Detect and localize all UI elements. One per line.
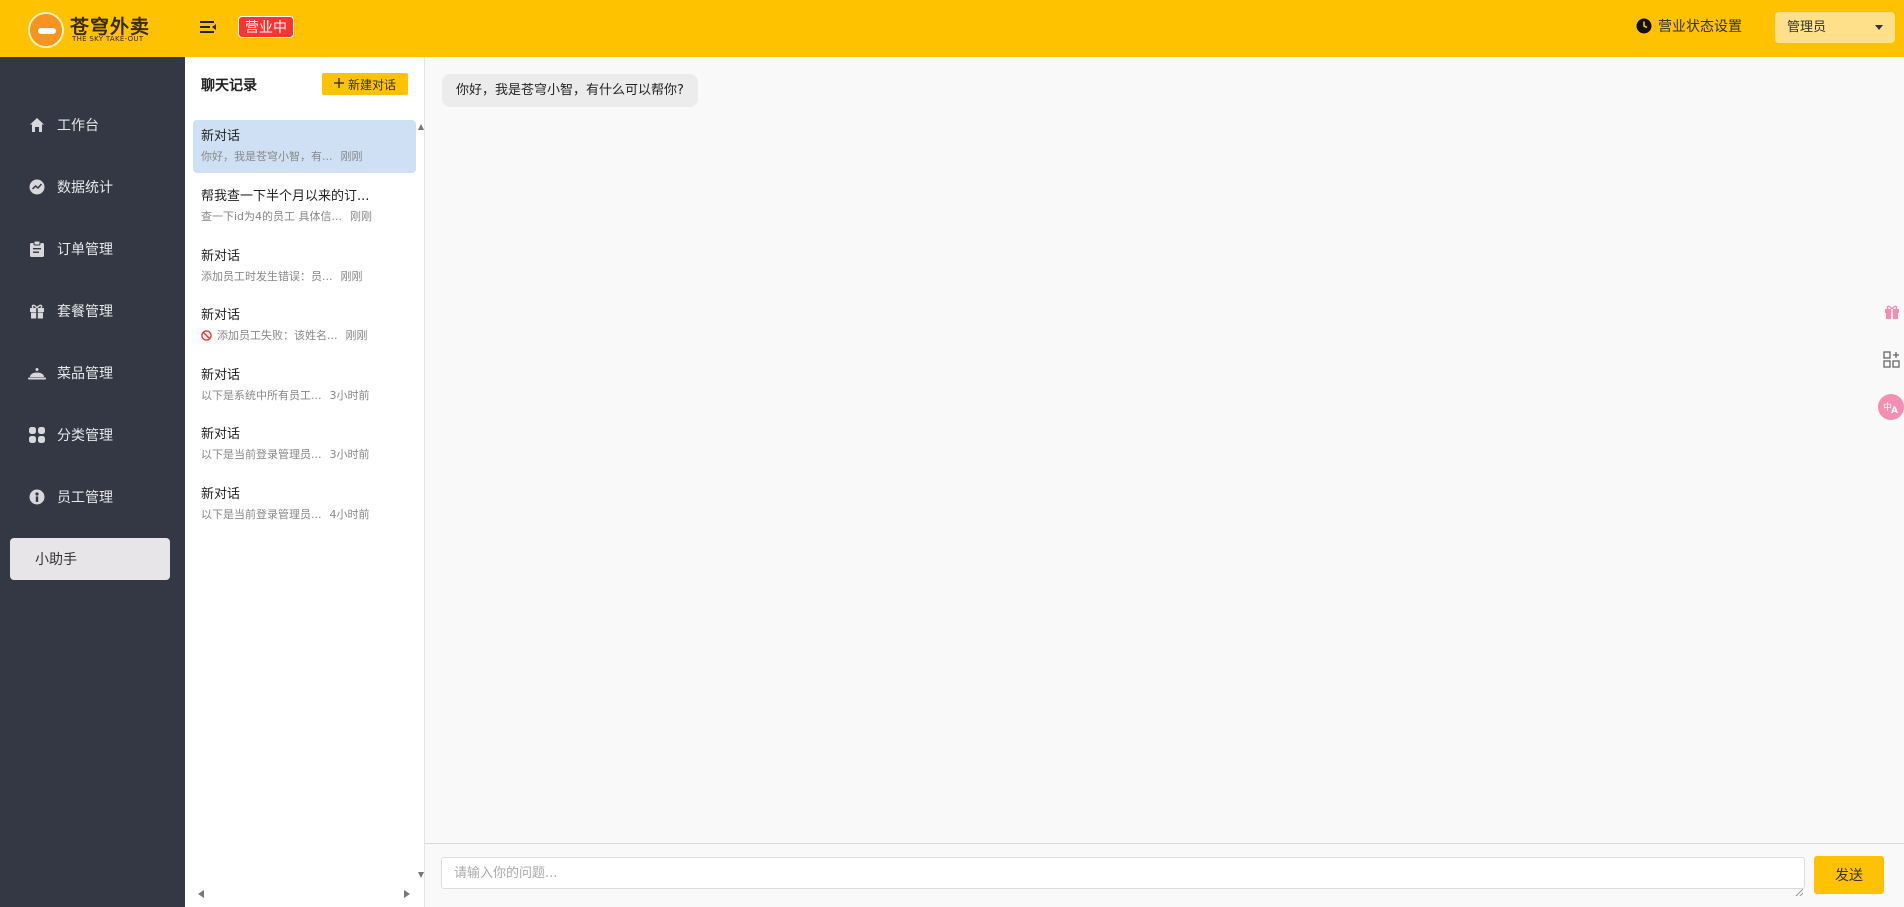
chat-history-title: 聊天记录 bbox=[201, 78, 257, 94]
sidebar-item-workbench[interactable]: 工作台 bbox=[0, 105, 185, 145]
sidebar-item-label: 分类管理 bbox=[57, 428, 113, 444]
gift-icon bbox=[28, 302, 46, 320]
sidebar-item-orders[interactable]: 订单管理 bbox=[0, 229, 185, 269]
chat-session-item[interactable]: 新对话 添加员工时发生错误：员... 刚刚 bbox=[193, 240, 416, 293]
sidebar-item-label: 员工管理 bbox=[57, 490, 113, 506]
chat-session-item[interactable]: 新对话 添加员工失败：该姓名... 刚刚 bbox=[193, 299, 416, 352]
menu-toggle-icon[interactable] bbox=[197, 16, 219, 38]
session-preview: 以下是当前登录管理员... bbox=[201, 448, 322, 461]
home-icon bbox=[28, 116, 46, 134]
send-button[interactable]: 发送 bbox=[1814, 856, 1884, 894]
question-input[interactable] bbox=[441, 857, 1805, 889]
new-chat-label: 新建对话 bbox=[347, 77, 396, 92]
chat-session-item[interactable]: 新对话 以下是当前登录管理员... 4小时前 bbox=[193, 478, 416, 531]
admin-label: 管理员 bbox=[1787, 20, 1827, 35]
floating-tools: 中A bbox=[1872, 300, 1904, 430]
apps-add-icon[interactable] bbox=[1880, 348, 1904, 372]
session-time: 刚刚 bbox=[345, 329, 368, 342]
clipboard-icon bbox=[28, 240, 46, 258]
session-preview: 添加员工失败：该姓名... bbox=[217, 329, 338, 342]
scroll-up-arrow-icon[interactable] bbox=[418, 124, 424, 130]
gift-icon[interactable] bbox=[1880, 300, 1904, 324]
resize-grip-icon[interactable] bbox=[1795, 881, 1804, 897]
session-preview: 你好，我是苍穹小智，有... bbox=[201, 150, 333, 163]
logo-subtitle: THE SKY TAKE-OUT bbox=[72, 35, 144, 43]
cloche-icon bbox=[28, 364, 46, 382]
sidebar-item-label: 套餐管理 bbox=[57, 304, 113, 320]
chat-message-area: 你好，我是苍穹小智，有什么可以帮你? bbox=[425, 57, 1904, 843]
session-time: 刚刚 bbox=[350, 210, 373, 223]
no-entry-icon bbox=[201, 329, 212, 341]
session-time: 3小时前 bbox=[329, 389, 370, 402]
sidebar-item-label: 数据统计 bbox=[57, 180, 113, 196]
session-preview: 以下是当前登录管理员... bbox=[201, 508, 322, 521]
translate-icon[interactable]: 中A bbox=[1878, 394, 1904, 420]
new-chat-button[interactable]: 新建对话 bbox=[322, 73, 408, 95]
session-title: 新对话 bbox=[201, 487, 241, 502]
logo-emblem bbox=[28, 12, 64, 48]
session-title: 新对话 bbox=[201, 249, 241, 264]
assistant-message-bubble: 你好，我是苍穹小智，有什么可以帮你? bbox=[442, 74, 698, 107]
chat-session-item[interactable]: 新对话 以下是当前登录管理员... 3小时前 bbox=[193, 418, 416, 471]
chat-input-bar: 发送 bbox=[425, 843, 1904, 907]
sidebar-item-employees[interactable]: 员工管理 bbox=[0, 477, 185, 517]
sidebar-item-label: 工作台 bbox=[57, 118, 99, 134]
scroll-right-arrow-icon[interactable] bbox=[404, 890, 410, 898]
sidebar-item-statistics[interactable]: 数据统计 bbox=[0, 167, 185, 207]
session-time: 3小时前 bbox=[329, 448, 370, 461]
plus-icon bbox=[333, 77, 344, 91]
session-title: 新对话 bbox=[201, 427, 241, 442]
sidebar-item-categories[interactable]: 分类管理 bbox=[0, 415, 185, 455]
chat-session-item[interactable]: 帮我查一下半个月以来的订... 查一下id为4的员工 具体信... 刚刚 bbox=[193, 180, 416, 233]
caret-down-icon bbox=[1875, 25, 1883, 30]
session-title: 新对话 bbox=[201, 129, 241, 144]
svg-text:A: A bbox=[1891, 406, 1898, 416]
top-header: 苍穹外卖 THE SKY TAKE-OUT 营业中 营业状态设置 管理员 bbox=[0, 0, 1904, 57]
chart-icon bbox=[28, 178, 46, 196]
business-status-badge: 营业中 bbox=[238, 16, 294, 38]
admin-dropdown[interactable]: 管理员 bbox=[1775, 12, 1895, 43]
session-time: 刚刚 bbox=[340, 150, 363, 163]
business-status-setting-button[interactable]: 营业状态设置 bbox=[1636, 16, 1742, 36]
business-status-setting-label: 营业状态设置 bbox=[1658, 19, 1742, 35]
clock-icon bbox=[1636, 18, 1652, 34]
sidebar-item-label: 小助手 bbox=[35, 552, 77, 568]
session-time: 刚刚 bbox=[340, 270, 363, 283]
app-logo: 苍穹外卖 THE SKY TAKE-OUT bbox=[28, 10, 154, 48]
session-preview: 添加员工时发生错误：员... bbox=[201, 270, 333, 283]
scroll-left-arrow-icon[interactable] bbox=[198, 890, 204, 898]
sidebar-item-label: 菜品管理 bbox=[57, 366, 113, 382]
session-time: 4小时前 bbox=[329, 508, 370, 521]
sidebar-nav: 工作台 数据统计 订单管理 套餐管理 菜品管理 分类管理 员工管理 小助手 bbox=[0, 57, 185, 907]
chat-session-item[interactable]: 新对话 你好，我是苍穹小智，有... 刚刚 bbox=[193, 120, 416, 173]
person-icon bbox=[28, 488, 46, 506]
session-preview: 查一下id为4的员工 具体信... bbox=[201, 210, 343, 223]
chat-history-panel: 聊天记录 新建对话 新对话 你好，我是苍穹小智，有... 刚刚 帮我查一下半个月… bbox=[185, 57, 425, 907]
sidebar-item-assistant[interactable]: 小助手 bbox=[10, 538, 170, 580]
session-title: 帮我查一下半个月以来的订... bbox=[201, 189, 370, 204]
sidebar-item-combos[interactable]: 套餐管理 bbox=[0, 291, 185, 331]
session-title: 新对话 bbox=[201, 308, 241, 323]
chat-session-item[interactable]: 新对话 以下是系统中所有员工... 3小时前 bbox=[193, 359, 416, 412]
sidebar-item-dishes[interactable]: 菜品管理 bbox=[0, 353, 185, 393]
session-preview: 以下是系统中所有员工... bbox=[201, 389, 322, 402]
sidebar-item-label: 订单管理 bbox=[57, 242, 113, 258]
scroll-down-arrow-icon[interactable] bbox=[418, 872, 424, 878]
grid-icon bbox=[28, 426, 46, 444]
session-title: 新对话 bbox=[201, 368, 241, 383]
